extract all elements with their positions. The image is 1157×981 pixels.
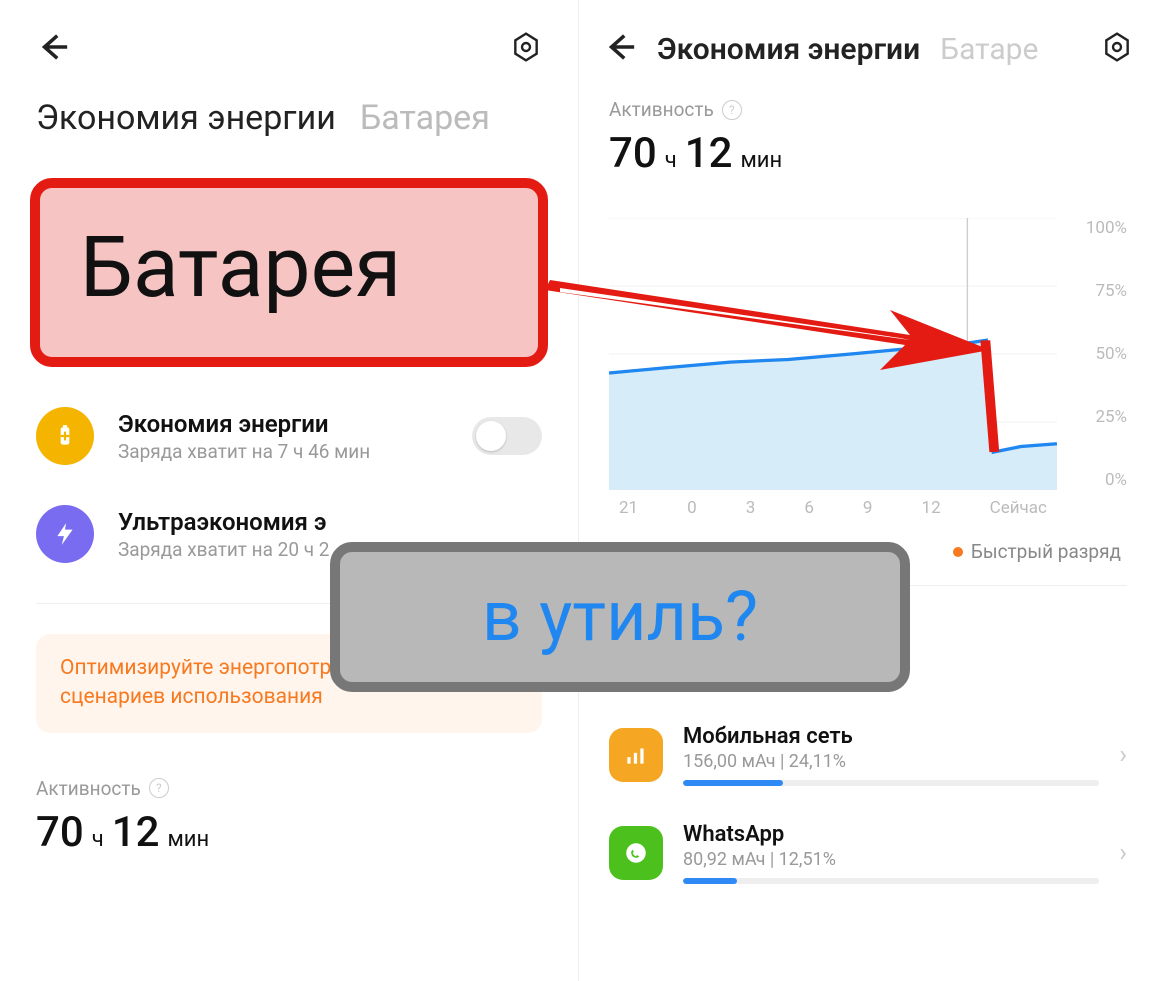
- chart-svg: [609, 218, 1057, 490]
- chart-x-axis: 21 0 3 6 9 12 Сейчас: [609, 498, 1057, 518]
- activity-section-r: Активность ? 70 ч 12 мин: [579, 78, 1157, 178]
- activity-label: Активность: [36, 777, 141, 800]
- back-icon[interactable]: [36, 30, 70, 68]
- battery-chart[interactable]: 100% 75% 50% 25% 0% 21 0 3 6 9 12 Сейчас: [609, 218, 1127, 518]
- legend-label: Быстрый разряд: [971, 540, 1121, 563]
- app-row-mobile[interactable]: Мобильная сеть 156,00 мАч | 24,11% ›: [579, 706, 1157, 804]
- activity-hours: 70: [36, 808, 84, 857]
- settings-icon[interactable]: [1101, 31, 1133, 67]
- callout-battery: Батарея: [30, 178, 548, 367]
- whatsapp-icon: [609, 826, 663, 880]
- callout-util-text: в утиль?: [370, 576, 870, 658]
- right-panel: Экономия энергии Батаре Активность ? 70 …: [579, 0, 1157, 981]
- topbar: [0, 0, 578, 88]
- page-subtitle: Батаре: [940, 32, 1038, 67]
- help-icon[interactable]: ?: [722, 100, 742, 120]
- settings-icon[interactable]: [510, 31, 542, 67]
- legend-dot-icon: [953, 547, 963, 557]
- activity-hours-unit-r: ч: [665, 148, 677, 173]
- activity-label-r: Активность: [609, 98, 714, 121]
- activity-mins-unit: мин: [167, 827, 209, 852]
- chevron-right-icon: ›: [1119, 740, 1127, 770]
- help-icon[interactable]: ?: [149, 778, 169, 798]
- app2-name: WhatsApp: [683, 822, 1099, 847]
- activity-mins-unit-r: мин: [740, 148, 782, 173]
- app1-sub: 156,00 мАч | 24,11%: [683, 751, 1099, 772]
- activity-mins-r: 12: [685, 129, 733, 178]
- mode1-title: Экономия энергии: [118, 410, 370, 438]
- callout-battery-text: Батарея: [80, 218, 498, 317]
- app1-name: Мобильная сеть: [683, 724, 1099, 749]
- app2-sub: 80,92 мАч | 12,51%: [683, 849, 1099, 870]
- bolt-icon: [36, 505, 94, 563]
- chart-y-axis: 100% 75% 50% 25% 0%: [1067, 218, 1127, 490]
- signal-icon: [609, 728, 663, 782]
- app-row-whatsapp[interactable]: WhatsApp 80,92 мАч | 12,51% ›: [579, 804, 1157, 902]
- mode1-toggle[interactable]: [472, 417, 542, 455]
- chevron-right-icon: ›: [1119, 838, 1127, 868]
- back-icon[interactable]: [603, 30, 637, 68]
- activity-hours-unit: ч: [92, 827, 104, 852]
- tabs: Экономия энергии Батарея: [0, 88, 578, 158]
- activity-mins: 12: [112, 808, 160, 857]
- mode-energy-saving[interactable]: Экономия энергии Заряда хватит на 7 ч 46…: [0, 387, 578, 485]
- mode2-sub: Заряда хватит на 20 ч 2: [118, 538, 329, 561]
- tab-energy-saving[interactable]: Экономия энергии: [36, 98, 336, 138]
- tab-battery[interactable]: Батарея: [360, 98, 490, 138]
- activity-section: Активность ? 70 ч 12 мин: [0, 753, 578, 857]
- left-panel: Экономия энергии Батарея Батарея Экономи…: [0, 0, 579, 981]
- mode1-sub: Заряда хватит на 7 ч 46 мин: [118, 440, 370, 463]
- page-title: Экономия энергии: [657, 32, 920, 67]
- callout-util: в утиль?: [330, 542, 910, 692]
- mode2-title: Ультраэкономия э: [118, 508, 329, 536]
- battery-plus-icon: [36, 407, 94, 465]
- titlebar: Экономия энергии Батаре: [579, 0, 1157, 78]
- activity-hours-r: 70: [609, 129, 657, 178]
